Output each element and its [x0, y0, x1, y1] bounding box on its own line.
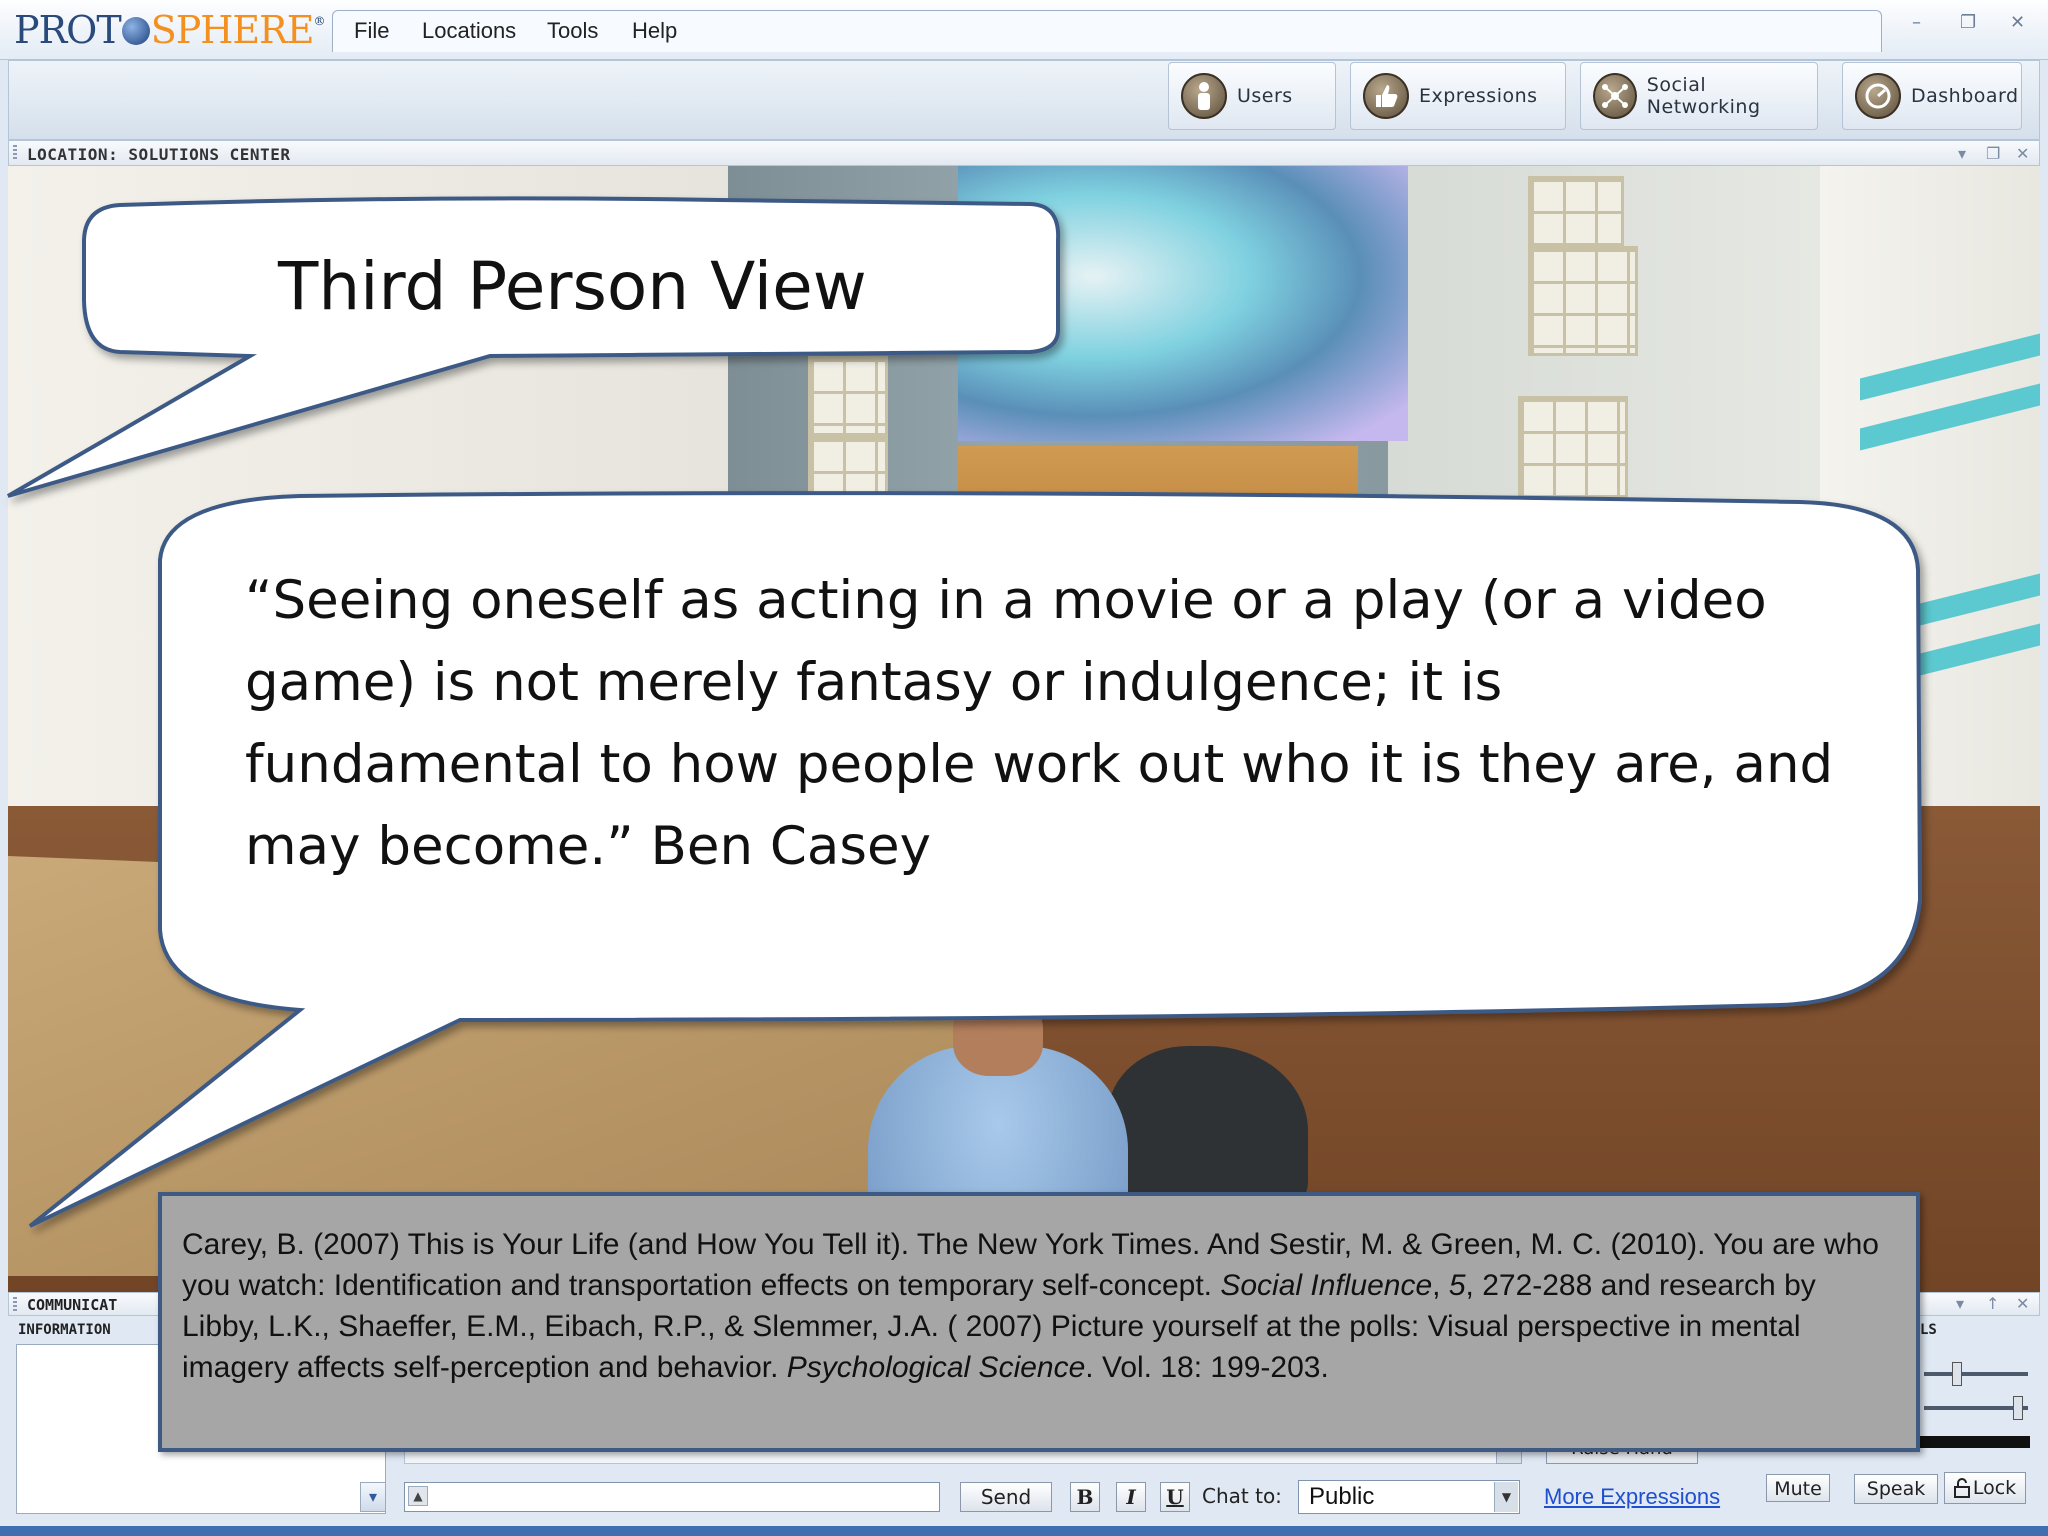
- volume-slider-track[interactable]: [1924, 1372, 2028, 1376]
- citation-journal-title: Psychological Science: [786, 1351, 1086, 1384]
- citation-journal-title: Social Influence: [1220, 1269, 1433, 1302]
- mute-button[interactable]: Mute: [1766, 1474, 1830, 1502]
- chevron-down-icon[interactable]: ▾: [360, 1482, 386, 1512]
- citation-volume: 5: [1448, 1269, 1466, 1302]
- citation-part: . Vol. 18: 199-203.: [1085, 1351, 1329, 1384]
- controls-label: LS: [1920, 1322, 1937, 1338]
- grip-handle-icon[interactable]: [13, 1297, 17, 1313]
- expand-up-icon[interactable]: ↑: [1986, 1294, 1999, 1313]
- communication-label: COMMUNICAT: [27, 1296, 118, 1314]
- citation-text: Carey, B. (2007) This is Your Life (and …: [182, 1224, 1896, 1388]
- audio-level-meter: [1912, 1436, 2030, 1448]
- citation-box: Carey, B. (2007) This is Your Life (and …: [158, 1192, 1920, 1452]
- bold-button[interactable]: B: [1070, 1482, 1100, 1512]
- chat-input[interactable]: [404, 1482, 940, 1512]
- chat-to-select[interactable]: Public: [1298, 1480, 1520, 1514]
- panel-close-icon[interactable]: ✕: [2016, 1294, 2029, 1313]
- mic-slider-thumb[interactable]: [2013, 1396, 2024, 1420]
- underline-button[interactable]: U: [1160, 1482, 1190, 1512]
- status-strip: [0, 1526, 2048, 1536]
- unlock-icon: [1953, 1478, 1970, 1498]
- collapse-icon[interactable]: ▾: [1956, 1294, 1964, 1313]
- italic-button[interactable]: I: [1116, 1482, 1146, 1512]
- speak-button[interactable]: Speak: [1854, 1474, 1938, 1504]
- lock-button-label: Lock: [1972, 1477, 2017, 1499]
- send-button[interactable]: Send: [960, 1482, 1052, 1512]
- quote-callout-text: “Seeing oneself as acting in a movie or …: [245, 570, 1834, 877]
- chat-to-label: Chat to:: [1202, 1484, 1282, 1508]
- information-label: INFORMATION: [18, 1322, 111, 1338]
- volume-slider-thumb[interactable]: [1952, 1362, 1963, 1386]
- citation-part: ,: [1432, 1269, 1449, 1302]
- more-expressions-link[interactable]: More Expressions: [1544, 1484, 1720, 1510]
- chevron-down-icon[interactable]: ▼: [1494, 1482, 1518, 1512]
- lock-button[interactable]: Lock: [1944, 1472, 2026, 1504]
- chat-input-arrow-icon[interactable]: ▲: [408, 1486, 428, 1506]
- title-callout-text: Third Person View: [278, 248, 867, 325]
- title-callout-bubble: [6, 196, 1061, 498]
